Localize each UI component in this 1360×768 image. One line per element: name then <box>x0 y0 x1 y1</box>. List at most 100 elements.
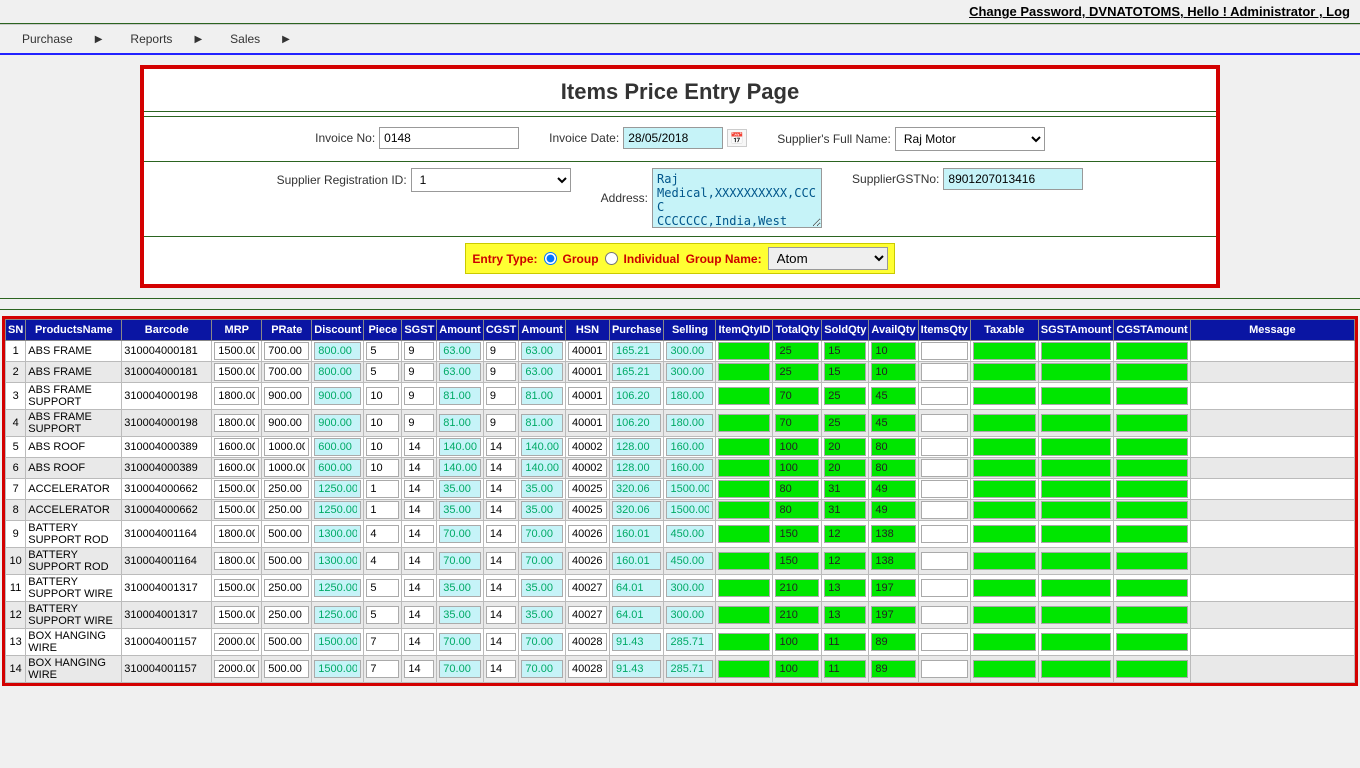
grid-cell-input[interactable] <box>824 633 866 651</box>
grid-cell-input[interactable] <box>404 525 434 543</box>
grid-cell-input[interactable] <box>612 606 662 624</box>
grid-cell-input[interactable] <box>568 552 607 570</box>
grid-cell-input[interactable] <box>439 459 481 477</box>
grid-cell-input[interactable] <box>871 660 915 678</box>
grid-cell-input[interactable] <box>568 633 607 651</box>
grid-cell-input[interactable] <box>214 459 259 477</box>
grid-cell-input[interactable] <box>214 606 259 624</box>
grid-cell-input[interactable] <box>486 414 517 432</box>
grid-cell-input[interactable] <box>314 579 361 597</box>
grid-cell-input[interactable] <box>264 438 309 456</box>
grid-cell-input[interactable] <box>1041 459 1112 477</box>
grid-cell-input[interactable] <box>264 363 309 381</box>
grid-cell-input[interactable] <box>1116 363 1187 381</box>
grid-cell-input[interactable] <box>1116 438 1187 456</box>
grid-cell-input[interactable] <box>404 387 434 405</box>
grid-cell-input[interactable] <box>871 414 915 432</box>
grid-cell-input[interactable] <box>366 387 399 405</box>
grid-cell-input[interactable] <box>921 501 968 519</box>
col-cgstamount[interactable]: CGSTAmount <box>1114 320 1190 341</box>
grid-cell-input[interactable] <box>439 501 481 519</box>
grid-cell-input[interactable] <box>824 438 866 456</box>
grid-cell-input[interactable] <box>214 387 259 405</box>
grid-cell-input[interactable] <box>871 525 915 543</box>
entry-type-group-radio[interactable] <box>544 252 557 265</box>
grid-cell-input[interactable] <box>824 414 866 432</box>
grid-cell-input[interactable] <box>264 606 309 624</box>
grid-cell-input[interactable] <box>214 525 259 543</box>
grid-cell-input[interactable] <box>775 633 819 651</box>
grid-cell-input[interactable] <box>1041 414 1112 432</box>
grid-cell-input[interactable] <box>314 606 361 624</box>
grid-cell-input[interactable] <box>404 579 434 597</box>
col-itemsqty[interactable]: ItemsQty <box>918 320 970 341</box>
menu-sales[interactable]: Sales▶ <box>216 28 304 50</box>
group-name-select[interactable]: Atom <box>768 247 888 270</box>
grid-cell-input[interactable] <box>612 342 662 360</box>
grid-cell-input[interactable] <box>666 552 713 570</box>
grid-cell-input[interactable] <box>439 363 481 381</box>
grid-cell-input[interactable] <box>568 438 607 456</box>
grid-cell-input[interactable] <box>921 438 968 456</box>
grid-cell-input[interactable] <box>1041 480 1112 498</box>
grid-cell-input[interactable] <box>366 579 399 597</box>
grid-cell-input[interactable] <box>568 606 607 624</box>
grid-cell-input[interactable] <box>871 633 915 651</box>
grid-cell-input[interactable] <box>871 480 915 498</box>
grid-cell-input[interactable] <box>404 633 434 651</box>
grid-cell-input[interactable] <box>1116 606 1187 624</box>
grid-cell-input[interactable] <box>824 480 866 498</box>
grid-cell-input[interactable] <box>824 501 866 519</box>
grid-cell-input[interactable] <box>824 525 866 543</box>
grid-cell-input[interactable] <box>666 525 713 543</box>
grid-cell-input[interactable] <box>1041 438 1112 456</box>
grid-cell-input[interactable] <box>264 525 309 543</box>
grid-cell-input[interactable] <box>666 342 713 360</box>
grid-cell-input[interactable] <box>264 459 309 477</box>
grid-cell-input[interactable] <box>439 660 481 678</box>
grid-cell-input[interactable] <box>775 552 819 570</box>
grid-cell-input[interactable] <box>666 459 713 477</box>
grid-cell-input[interactable] <box>486 363 517 381</box>
grid-cell-input[interactable] <box>214 501 259 519</box>
grid-cell-input[interactable] <box>1041 579 1112 597</box>
grid-cell-input[interactable] <box>1116 552 1187 570</box>
grid-cell-input[interactable] <box>824 387 866 405</box>
grid-cell-input[interactable] <box>921 459 968 477</box>
grid-cell-input[interactable] <box>264 501 309 519</box>
grid-cell-input[interactable] <box>1041 633 1112 651</box>
grid-cell-input[interactable] <box>521 438 563 456</box>
grid-cell-input[interactable] <box>666 606 713 624</box>
grid-cell-input[interactable] <box>666 363 713 381</box>
col-discount[interactable]: Discount <box>312 320 364 341</box>
grid-cell-input[interactable] <box>666 501 713 519</box>
grid-cell-input[interactable] <box>314 459 361 477</box>
grid-cell-input[interactable] <box>314 501 361 519</box>
grid-cell-input[interactable] <box>666 480 713 498</box>
grid-cell-input[interactable] <box>264 633 309 651</box>
grid-cell-input[interactable] <box>718 501 770 519</box>
grid-cell-input[interactable] <box>214 414 259 432</box>
grid-cell-input[interactable] <box>264 414 309 432</box>
grid-cell-input[interactable] <box>214 438 259 456</box>
grid-cell-input[interactable] <box>314 438 361 456</box>
grid-cell-input[interactable] <box>314 342 361 360</box>
grid-cell-input[interactable] <box>973 480 1036 498</box>
grid-cell-input[interactable] <box>521 387 563 405</box>
top-links-text[interactable]: Change Password, DVNATOTOMS, Hello ! Adm… <box>969 4 1350 19</box>
col-hsn[interactable]: HSN <box>565 320 609 341</box>
col-piece[interactable]: Piece <box>364 320 402 341</box>
grid-cell-input[interactable] <box>718 342 770 360</box>
grid-cell-input[interactable] <box>612 525 662 543</box>
grid-cell-input[interactable] <box>666 579 713 597</box>
grid-cell-input[interactable] <box>973 438 1036 456</box>
grid-cell-input[interactable] <box>264 480 309 498</box>
grid-cell-input[interactable] <box>871 501 915 519</box>
grid-cell-input[interactable] <box>1041 552 1112 570</box>
grid-cell-input[interactable] <box>871 552 915 570</box>
col-selling[interactable]: Selling <box>664 320 716 341</box>
col-productsname[interactable]: ProductsName <box>26 320 122 341</box>
grid-cell-input[interactable] <box>521 414 563 432</box>
entry-type-individual-radio[interactable] <box>605 252 618 265</box>
grid-cell-input[interactable] <box>404 438 434 456</box>
